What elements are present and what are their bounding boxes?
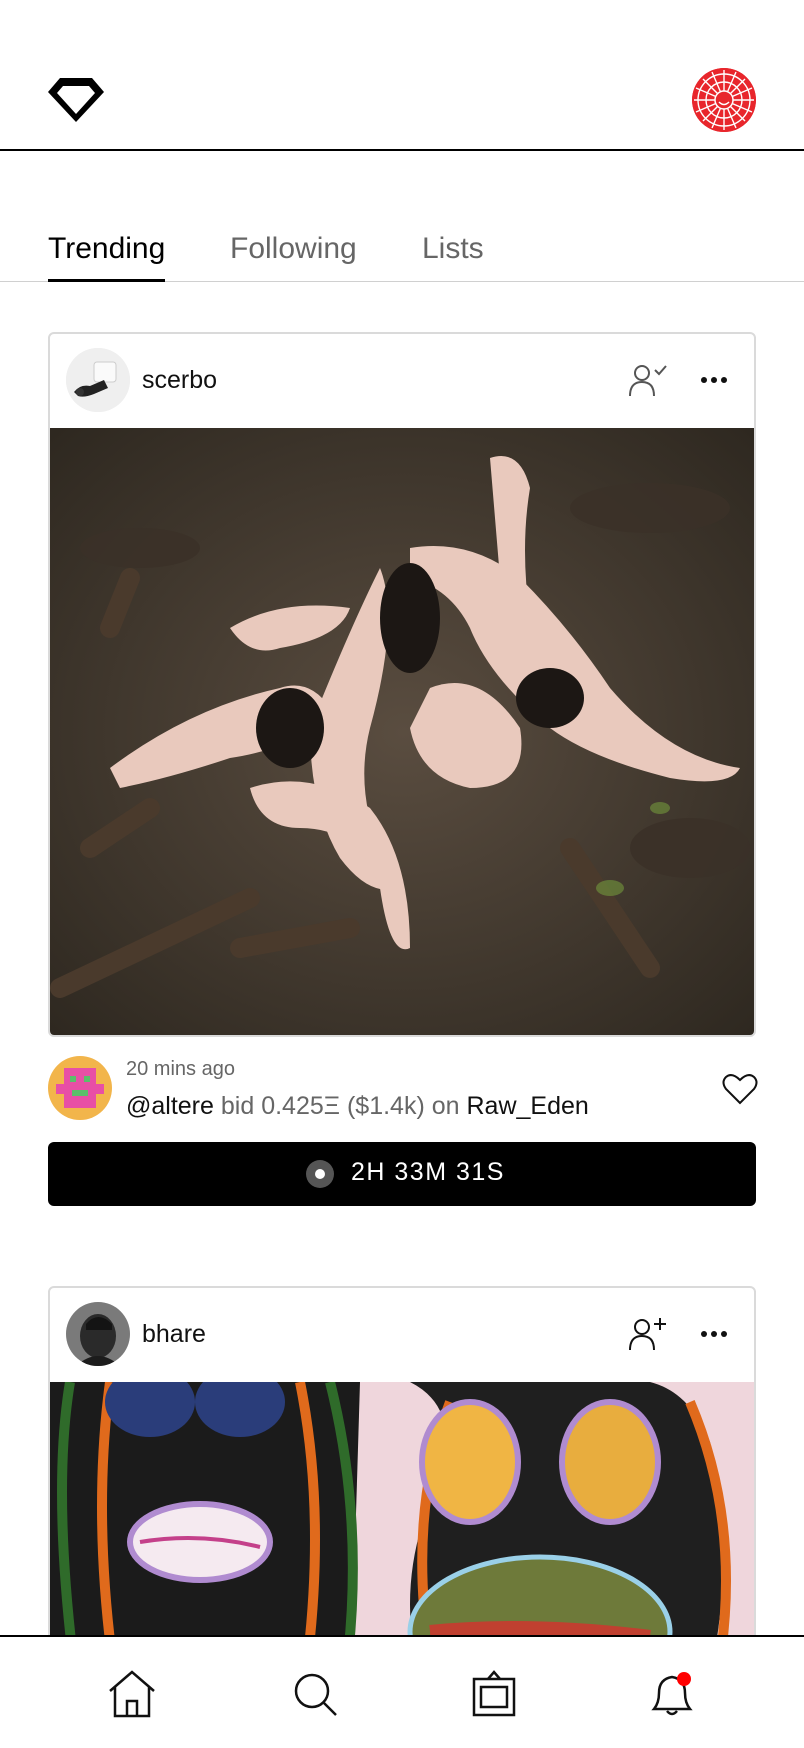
card-header: scerbo xyxy=(50,334,754,428)
bidder-link[interactable]: @altere xyxy=(126,1092,214,1120)
avatar[interactable] xyxy=(66,1302,130,1366)
tab-trending[interactable]: Trending xyxy=(48,232,166,282)
more-options-icon[interactable] xyxy=(700,1324,728,1344)
top-bar xyxy=(0,0,804,151)
activity-time: 20 mins ago xyxy=(126,1058,235,1080)
notification-badge xyxy=(677,1672,691,1686)
following-user-icon[interactable] xyxy=(628,362,668,398)
tab-lists[interactable]: Lists xyxy=(422,232,484,282)
search-icon[interactable] xyxy=(290,1669,342,1719)
activity-action: bid xyxy=(220,1092,255,1120)
diamond-logo-icon[interactable] xyxy=(46,74,106,126)
add-user-icon[interactable] xyxy=(628,1316,668,1352)
bid-usd: ($1.4k) xyxy=(346,1092,425,1120)
feed-tabs: Trending Following Lists xyxy=(0,232,804,282)
activity-description: @altere bid 0.425Ξ ($1.4k) on Raw_Eden xyxy=(126,1092,589,1121)
sun-avatar-icon xyxy=(692,68,756,132)
more-options-icon[interactable] xyxy=(700,370,728,390)
bell-icon[interactable] xyxy=(646,1669,698,1719)
profile-avatar[interactable] xyxy=(692,68,756,132)
avatar[interactable] xyxy=(66,348,130,412)
tab-following[interactable]: Following xyxy=(230,232,357,282)
bid-activity: 20 mins ago @altere bid 0.425Ξ ($1.4k) o… xyxy=(48,1056,758,1126)
auction-timer-button[interactable]: 2H 33M 31S xyxy=(48,1142,756,1206)
bid-amount: 0.425Ξ xyxy=(261,1092,341,1120)
username[interactable]: scerbo xyxy=(142,366,217,395)
activity-preposition: on xyxy=(431,1092,460,1120)
live-record-icon xyxy=(306,1160,334,1188)
card-header: bhare xyxy=(50,1288,754,1382)
home-icon[interactable] xyxy=(106,1669,158,1719)
bidder-avatar[interactable] xyxy=(48,1056,112,1120)
bottom-navigation xyxy=(0,1635,804,1748)
artwork-image[interactable] xyxy=(50,428,754,1035)
auction-countdown: 2H 33M 31S xyxy=(351,1158,505,1186)
artwork-link[interactable]: Raw_Eden xyxy=(467,1092,589,1120)
heart-icon[interactable] xyxy=(722,1072,758,1106)
feed-card: scerbo xyxy=(48,332,756,1037)
username[interactable]: bhare xyxy=(142,1320,206,1349)
frame-icon[interactable] xyxy=(468,1669,520,1719)
